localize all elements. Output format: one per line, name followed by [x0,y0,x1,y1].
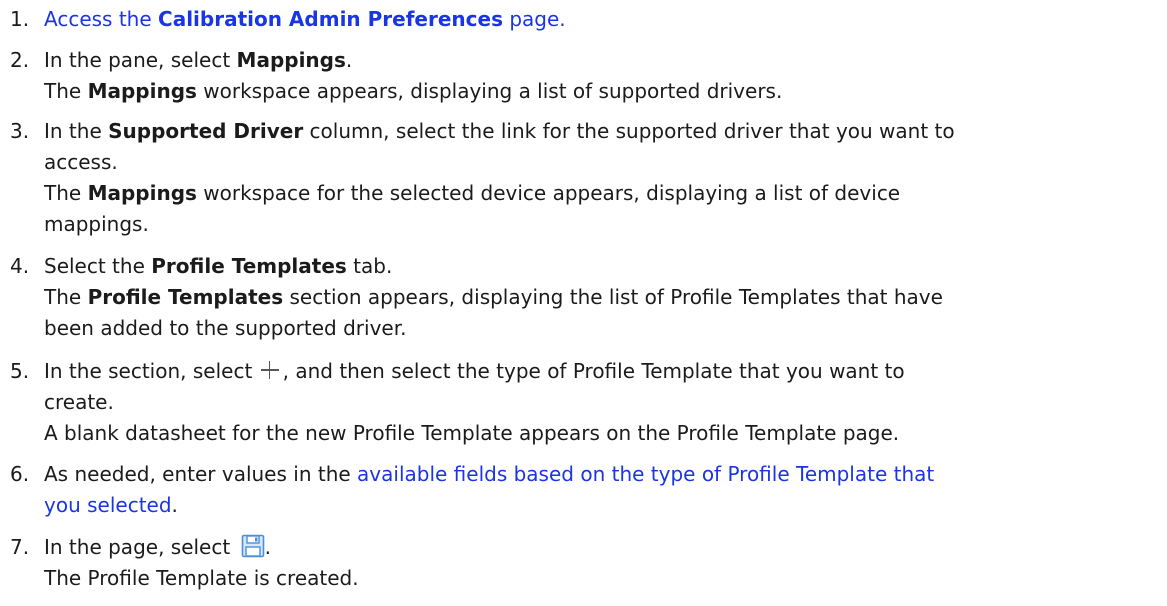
step-result: A blank datasheet for the new Profile Te… [44,421,900,445]
plus-icon [260,361,279,379]
step-text: In the pane, select Mappings. [44,48,353,72]
step-text: In the page, select . [44,534,271,559]
step-result: The Profile Template is created. [44,566,359,590]
step-number: 4. [10,254,30,278]
available-fields-link-cont[interactable]: you selected [44,493,172,517]
calibration-admin-preferences-link[interactable]: Access the Calibration Admin Preferences… [44,7,566,31]
step-text: you selected. [44,493,178,517]
procedure-steps: 1. Access the Calibration Admin Preferen… [0,0,1167,606]
step-result: The Profile Templates section appears, d… [44,285,943,309]
step-number: 5. [10,359,30,383]
available-fields-link[interactable]: available fields based on the type of Pr… [357,462,934,486]
save-icon [241,534,264,558]
step-number: 6. [10,462,30,486]
step-result: been added to the supported driver. [44,316,407,340]
step-text: In the Supported Driver column, select t… [44,119,955,143]
step-text: create. [44,390,114,414]
step-number: 2. [10,48,30,72]
step-number: 1. [10,7,30,31]
step-number: 7. [10,535,30,559]
step-text: access. [44,150,118,174]
step-text: As needed, enter values in the available… [44,462,935,486]
step-text: In the section, select , and then select… [44,359,905,383]
step-text: Select the Profile Templates tab. [44,254,393,278]
step-result: mappings. [44,212,149,236]
step-result: The Mappings workspace for the selected … [44,181,901,205]
step-number: 3. [10,119,30,143]
step-result: The Mappings workspace appears, displayi… [44,79,783,103]
